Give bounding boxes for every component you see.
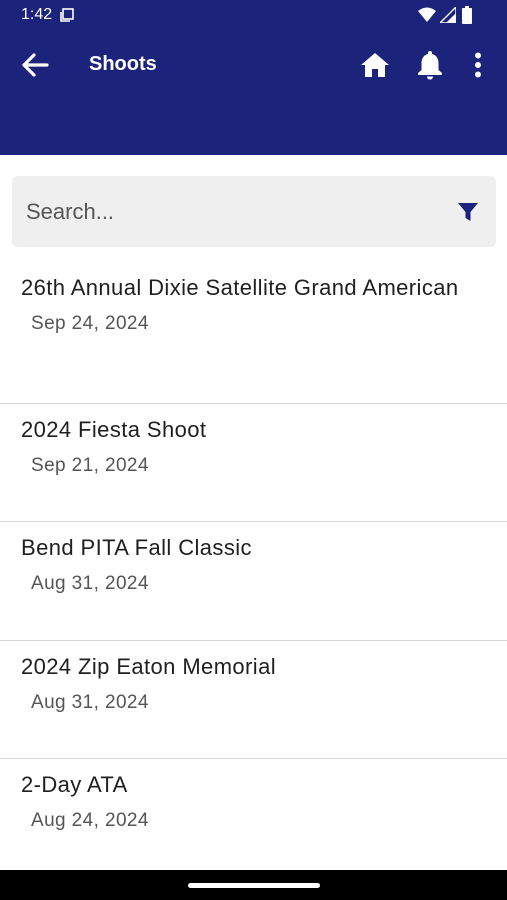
system-navigation-bar <box>0 870 507 900</box>
more-vert-icon <box>475 52 481 78</box>
filter-button[interactable] <box>452 198 484 226</box>
shoot-list: 26th Annual Dixie Satellite Grand Americ… <box>0 262 507 870</box>
home-button[interactable] <box>356 48 394 82</box>
shoot-date: Aug 24, 2024 <box>31 810 149 831</box>
wifi-icon <box>418 7 436 22</box>
notifications-button[interactable] <box>411 48 449 82</box>
toolbar: Shoots <box>0 40 507 90</box>
status-bar: 1:42 <box>0 0 507 32</box>
signal-icon <box>440 7 456 23</box>
bell-icon <box>418 51 442 80</box>
screen-icon <box>60 8 74 22</box>
shoot-date: Aug 31, 2024 <box>31 692 149 713</box>
status-time: 1:42 <box>21 6 53 23</box>
back-arrow-icon <box>22 53 49 77</box>
page-title: Shoots <box>89 53 157 75</box>
shoot-list-item[interactable]: 2024 Zip Eaton Memorial Aug 31, 2024 <box>0 641 507 759</box>
shoot-title: 2024 Zip Eaton Memorial <box>21 654 276 679</box>
search-input[interactable] <box>26 190 436 234</box>
shoot-date: Sep 24, 2024 <box>31 313 149 334</box>
more-options-button[interactable] <box>464 48 492 82</box>
shoot-list-item[interactable]: 2024 Fiesta Shoot Sep 21, 2024 <box>0 404 507 522</box>
shoot-title: 2-Day ATA <box>21 772 128 797</box>
home-icon <box>361 53 389 77</box>
shoot-list-item[interactable]: Bend PITA Fall Classic Aug 31, 2024 <box>0 522 507 641</box>
battery-icon <box>462 6 472 24</box>
back-button[interactable] <box>18 49 52 81</box>
shoot-title: 26th Annual Dixie Satellite Grand Americ… <box>21 275 459 300</box>
shoot-list-item[interactable]: 2-Day ATA Aug 24, 2024 <box>0 759 507 870</box>
shoot-date: Aug 31, 2024 <box>31 573 149 594</box>
shoot-title: 2024 Fiesta Shoot <box>21 417 207 442</box>
search-bar <box>12 176 496 247</box>
shoot-list-item[interactable]: 26th Annual Dixie Satellite Grand Americ… <box>0 262 507 404</box>
app-bar: 1:42 Shoots <box>0 0 507 155</box>
home-gesture-handle[interactable] <box>188 883 320 888</box>
shoot-title: Bend PITA Fall Classic <box>21 535 252 560</box>
filter-icon <box>458 203 478 221</box>
shoot-date: Sep 21, 2024 <box>31 455 149 476</box>
